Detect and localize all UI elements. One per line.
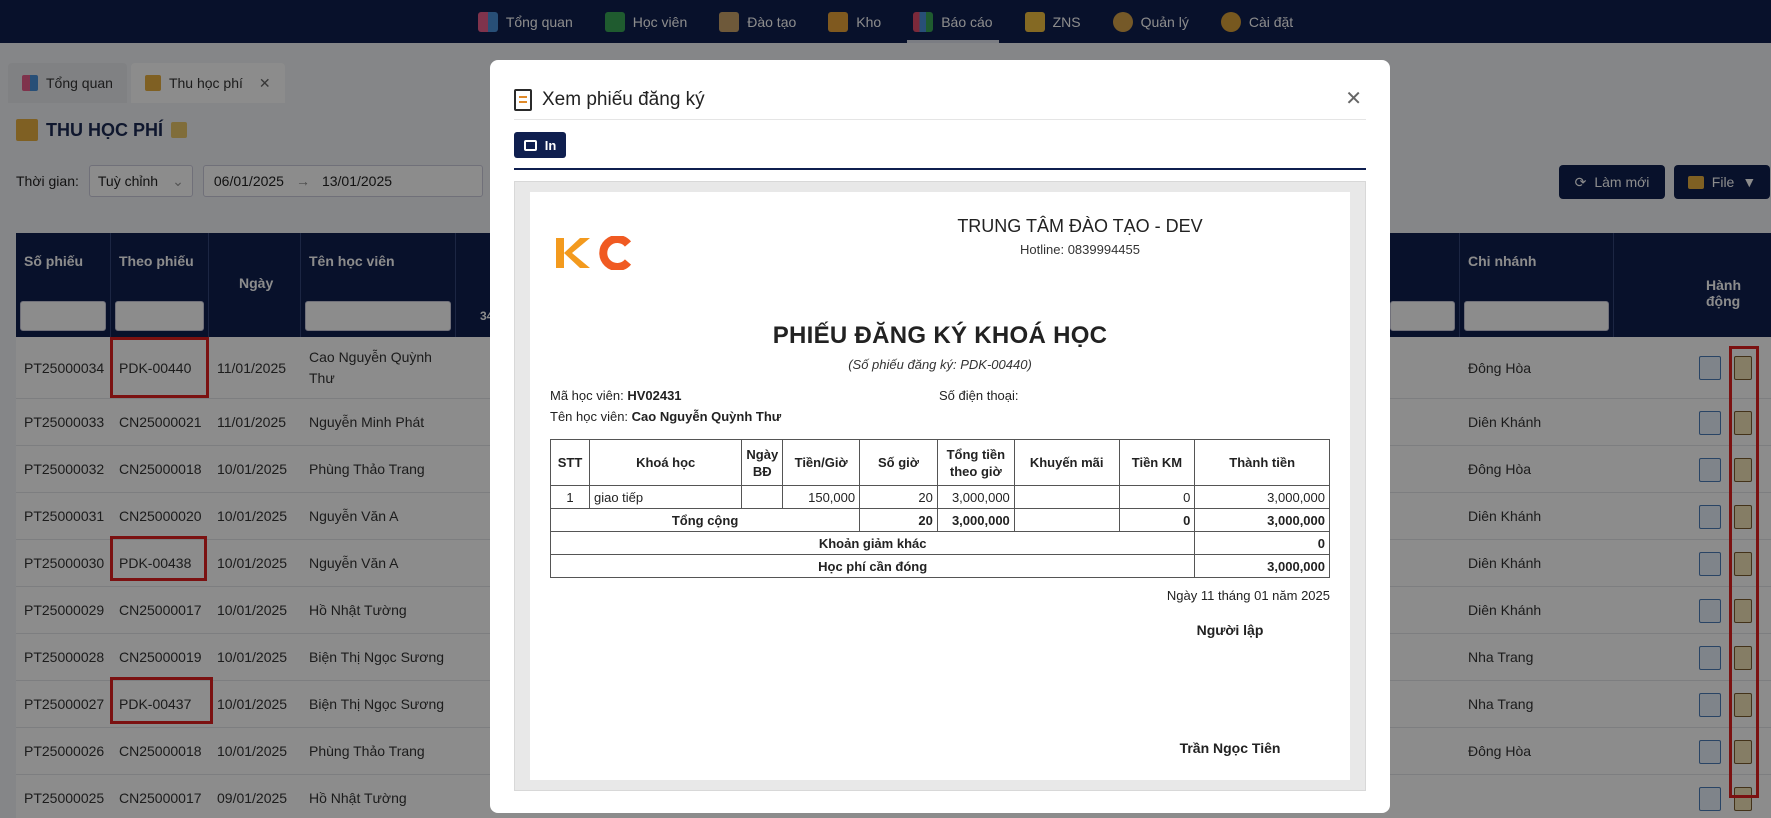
- discount-value: 0: [1194, 531, 1330, 555]
- due-value: 3,000,000: [1194, 554, 1330, 578]
- signer-name: Trần Ngọc Tiên: [1179, 740, 1281, 756]
- center-name: TRUNG TÂM ĐÀO TẠO - DEV: [957, 216, 1203, 236]
- discount-row: Khoản giảm khác 0: [549, 531, 1330, 555]
- th-thanh-tien: Thành tiền: [1194, 439, 1330, 486]
- total-thanh-tien: 3,000,000: [1194, 508, 1330, 532]
- total-tong-tien: 3,000,000: [936, 508, 1015, 532]
- th-tien-km: Tiền KM: [1118, 439, 1196, 486]
- cell-ngay-bd: [741, 485, 784, 509]
- th-ngay-bd: Ngày BĐ: [741, 439, 784, 486]
- th-tien-gio: Tiền/Giờ: [782, 439, 861, 486]
- clipboard-icon: [514, 88, 532, 111]
- table-header-row: STT Khoá học Ngày BĐ Tiền/Giờ Số giờ Tổn…: [550, 439, 1330, 486]
- print-preview: TRUNG TÂM ĐÀO TẠO - DEV Hotline: 0839994…: [514, 181, 1366, 791]
- total-tien-km: 0: [1118, 508, 1196, 532]
- course-table: STT Khoá học Ngày BĐ Tiền/Giờ Số giờ Tổn…: [549, 439, 1330, 578]
- document-date: Ngày 11 tháng 01 năm 2025: [1166, 588, 1330, 603]
- th-stt: STT: [550, 439, 590, 486]
- cell-stt: 1: [550, 485, 590, 509]
- document-subtitle: (Số phiếu đăng ký: PDK-00440): [848, 357, 1032, 372]
- student-name-label: Tên học viên:: [550, 409, 629, 424]
- close-icon[interactable]: ✕: [1345, 86, 1362, 111]
- student-code-label: Mã học viên:: [550, 388, 624, 403]
- due-label: Học phí cần đóng: [549, 554, 1196, 578]
- kc-logo: [556, 236, 632, 270]
- th-so-gio: Số giờ: [859, 439, 938, 486]
- th-tong-tien: Tổng tiền theo giờ: [936, 439, 1015, 486]
- cell-khuyen-mai: [1013, 485, 1120, 509]
- registration-modal: Xem phiếu đăng ký ✕ In TRUNG TÂM ĐÀO TẠO…: [490, 60, 1390, 813]
- th-khuyen-mai: Khuyến mãi: [1013, 439, 1120, 486]
- divider: [514, 168, 1366, 170]
- total-so-gio: 20: [859, 508, 938, 532]
- cell-so-gio: 20: [859, 485, 938, 509]
- due-row: Học phí cần đóng 3,000,000: [549, 554, 1330, 578]
- table-row: 1 giao tiếp 150,000 20 3,000,000 0 3,000…: [550, 485, 1330, 509]
- modal-title: Xem phiếu đăng ký: [542, 88, 705, 110]
- registration-document: TRUNG TÂM ĐÀO TẠO - DEV Hotline: 0839994…: [530, 192, 1350, 780]
- discount-label: Khoản giảm khác: [549, 531, 1196, 555]
- cell-tien-km: 0: [1118, 485, 1196, 509]
- th-khoa-hoc: Khoá học: [588, 439, 743, 486]
- print-button[interactable]: In: [514, 132, 566, 158]
- total-khuyen-mai: [1013, 508, 1120, 532]
- hotline: Hotline: 0839994455: [1020, 242, 1140, 257]
- printer-icon: [523, 139, 537, 151]
- phone-label: Số điện thoại:: [939, 388, 1019, 403]
- student-name-line: Tên học viên: Cao Nguyễn Quỳnh Thư: [550, 409, 781, 424]
- cell-thanh-tien: 3,000,000: [1194, 485, 1330, 509]
- cell-tong-tien: 3,000,000: [936, 485, 1015, 509]
- cell-tien-gio: 150,000: [782, 485, 861, 509]
- phone-line: Số điện thoại:: [939, 388, 1019, 403]
- document-title: PHIẾU ĐĂNG KÝ KHOÁ HỌC: [772, 322, 1108, 349]
- student-code-line: Mã học viên: HV02431: [550, 388, 682, 403]
- total-label: Tổng cộng: [549, 508, 861, 532]
- signer-role: Người lập: [1196, 622, 1264, 638]
- student-code-value: HV02431: [627, 388, 682, 403]
- cell-khoa-hoc: giao tiếp: [588, 485, 743, 509]
- print-label: In: [544, 137, 557, 153]
- student-name-value: Cao Nguyễn Quỳnh Thư: [631, 409, 782, 424]
- modal-header: Xem phiếu đăng ký ✕: [514, 80, 1366, 120]
- total-row: Tổng cộng 20 3,000,000 0 3,000,000: [549, 508, 1330, 532]
